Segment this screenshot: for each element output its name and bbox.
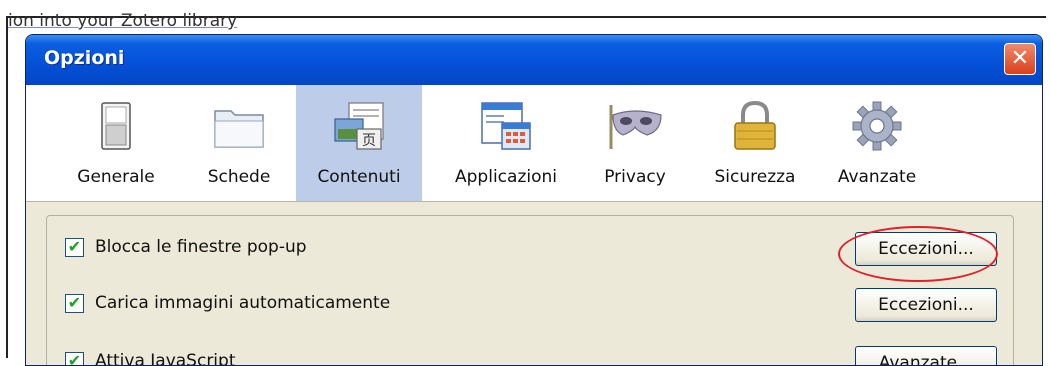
javascript-advanced-button[interactable]: Avanzate... — [855, 346, 997, 366]
advanced-gear-icon — [849, 101, 905, 151]
content-icon: 页 — [331, 101, 387, 151]
applications-icon — [478, 101, 534, 151]
tab-schede[interactable]: Schede — [194, 85, 284, 201]
tab-label: Schede — [208, 167, 271, 187]
checkmark-icon: ✔ — [68, 353, 81, 366]
close-button[interactable]: ✕ — [1004, 43, 1036, 75]
tab-avanzate[interactable]: Avanzate — [822, 85, 932, 201]
tab-contenuti[interactable]: 页 Contenuti — [296, 85, 422, 201]
options-dialog: Opzioni ✕ Generale Schede — [25, 34, 1043, 366]
tab-applicazioni[interactable]: Applicazioni — [442, 85, 570, 201]
preferences-toolbar: Generale Schede 页 Contenuti — [26, 85, 1042, 202]
privacy-mask-icon — [607, 101, 663, 151]
dialog-title: Opzioni — [44, 47, 124, 69]
tab-label: Generale — [77, 167, 154, 187]
tab-label: Applicazioni — [455, 167, 557, 187]
svg-text:页: 页 — [362, 133, 376, 149]
tabs-folder-icon — [211, 101, 267, 151]
dialog-titlebar[interactable]: Opzioni ✕ — [26, 35, 1042, 85]
option-label: Attiva JavaScript — [95, 351, 235, 366]
option-label: Blocca le finestre pop-up — [95, 237, 307, 257]
javascript-checkbox[interactable]: ✔ — [65, 352, 84, 366]
general-switch-icon — [88, 101, 144, 151]
image-exceptions-button[interactable]: Eccezioni... — [855, 288, 997, 322]
checkmark-icon: ✔ — [68, 295, 81, 311]
option-enable-javascript[interactable]: ✔ Attiva JavaScript — [65, 346, 235, 366]
tab-generale[interactable]: Generale — [66, 85, 166, 201]
tab-label: Sicurezza — [715, 167, 796, 187]
tab-sicurezza[interactable]: Sicurezza — [700, 85, 810, 201]
option-label: Carica immagini automaticamente — [95, 293, 390, 313]
tab-privacy[interactable]: Privacy — [586, 85, 684, 201]
close-icon: ✕ — [1011, 48, 1029, 70]
tab-label: Avanzate — [838, 167, 916, 187]
tab-label: Privacy — [604, 167, 666, 187]
annotation-highlight-circle — [838, 226, 998, 282]
checkmark-icon: ✔ — [68, 239, 81, 255]
tab-label: Contenuti — [317, 167, 400, 187]
option-load-images[interactable]: ✔ Carica immagini automaticamente — [65, 288, 390, 318]
load-images-checkbox[interactable]: ✔ — [65, 294, 84, 313]
background-page-text: ion into your Zotero library — [8, 11, 237, 31]
block-popups-checkbox[interactable]: ✔ — [65, 238, 84, 257]
security-lock-icon — [727, 101, 783, 151]
option-block-popups[interactable]: ✔ Blocca le finestre pop-up — [65, 232, 307, 262]
